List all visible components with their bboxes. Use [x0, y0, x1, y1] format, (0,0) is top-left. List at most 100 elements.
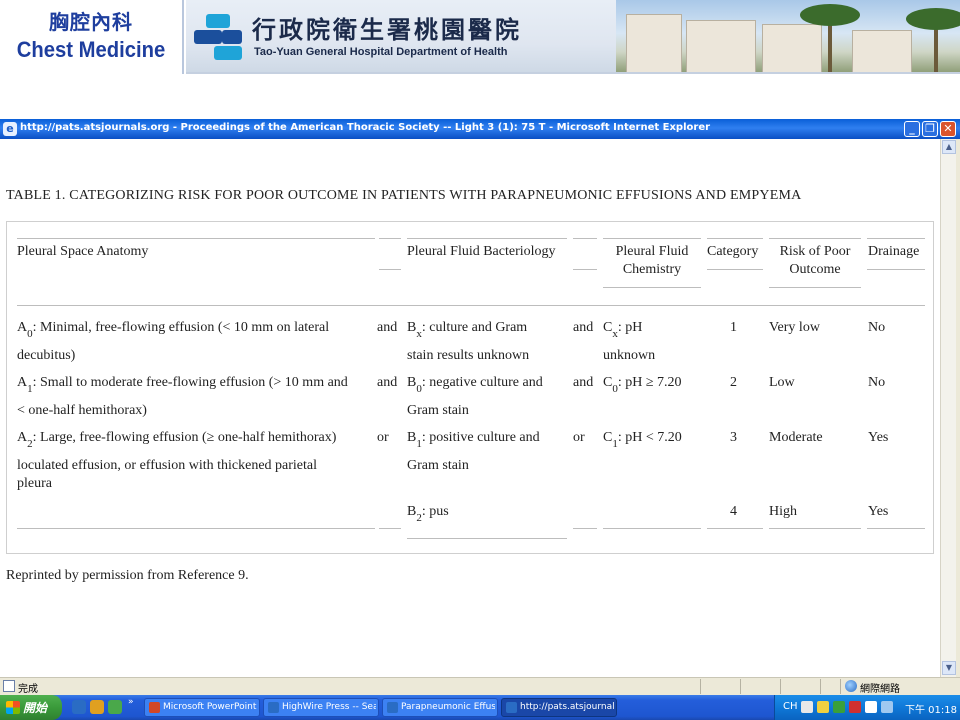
bacteriology-text-cont: Gram stain	[407, 458, 469, 473]
anatomy-text-cont: pleura	[17, 476, 52, 491]
table-row: A0: Minimal, free-flowing effusion (< 10…	[17, 319, 373, 340]
anatomy-text-cont: loculated effusion, or effusion with thi…	[17, 458, 318, 473]
language-indicator[interactable]: CH	[783, 701, 798, 712]
conjunction: or	[377, 430, 389, 445]
volume-icon[interactable]	[881, 701, 893, 713]
header-risk: Risk of Poor Outcome	[779, 244, 851, 277]
drainage-value: No	[868, 320, 886, 335]
anatomy-text-cont: < one-half hemithorax)	[17, 403, 147, 418]
desktop-quicklaunch-icon[interactable]	[108, 700, 122, 714]
ie-window-icon	[387, 702, 398, 713]
minimize-button[interactable]: _	[904, 121, 920, 137]
header-category: Category	[707, 244, 759, 259]
bacteriology-symbol: B	[407, 430, 417, 445]
bacteriology-text: : positive culture and	[421, 430, 540, 445]
category-value: 4	[730, 504, 737, 519]
start-button[interactable]: 開始	[0, 695, 62, 720]
department-name-zh: 胸腔內科	[49, 10, 133, 34]
powerpoint-icon	[149, 702, 160, 713]
conjunction: and	[377, 320, 398, 335]
system-clock[interactable]: 下午 01:18	[905, 701, 957, 716]
hospital-name-zh: 行政院衛生署桃園醫院	[252, 15, 522, 44]
anatomy-text: : Small to moderate free-flowing effusio…	[32, 375, 348, 390]
quicklaunch-more-icon[interactable]: »	[128, 697, 134, 707]
taskbar-item-highwire[interactable]: HighWire Press -- Sear...	[263, 698, 379, 717]
security-zone-label: 網際網路	[860, 684, 900, 695]
chemistry-symbol: C	[603, 430, 613, 445]
taskbar-item-label: Parapneumonic Effusi...	[401, 702, 495, 712]
browser-window: e http://pats.atsjournals.org - Proceedi…	[0, 119, 960, 695]
taskbar-item-parapneumonic[interactable]: Parapneumonic Effusi...	[382, 698, 498, 717]
windows-logo-icon	[6, 701, 20, 714]
conjunction: and	[573, 320, 594, 335]
conjunction: or	[573, 430, 585, 445]
chemistry-symbol: C	[603, 375, 613, 390]
internet-zone-icon	[845, 680, 857, 692]
keyboard-icon[interactable]	[801, 701, 813, 713]
table-title: TABLE 1. CATEGORIZING RISK FOR POOR OUTC…	[6, 188, 802, 203]
chemistry-text: : pH < 7.20	[617, 430, 682, 445]
table-row: B2: pus	[407, 503, 449, 524]
reprint-note: Reprinted by permission from Reference 9…	[6, 568, 249, 583]
ie-logo-icon: e	[3, 122, 17, 136]
media-quicklaunch-icon[interactable]	[90, 700, 104, 714]
taskbar-item-label: http://pats.atsjournals.o...	[520, 702, 614, 712]
scroll-up-icon[interactable]: ▲	[942, 140, 956, 154]
restore-button[interactable]: ❐	[922, 121, 938, 137]
ie-quicklaunch-icon[interactable]	[72, 700, 86, 714]
anatomy-text: : Minimal, free-flowing effusion (< 10 m…	[32, 320, 330, 335]
bacteriology-symbol: B	[407, 504, 417, 519]
header-chemistry: Pleural Fluid Chemistry	[615, 244, 689, 277]
hospital-building-photo	[616, 0, 960, 74]
table-row: A2: Large, free-flowing effusion (≥ one-…	[17, 429, 375, 450]
bacteriology-symbol: B	[407, 320, 417, 335]
help-icon[interactable]	[817, 701, 829, 713]
chemistry-text: : pH	[617, 320, 643, 335]
table-row: A1: Small to moderate free-flowing effus…	[17, 374, 375, 395]
risk-value: Low	[769, 375, 795, 390]
tray-app-icon[interactable]	[865, 701, 877, 713]
bacteriology-text: : culture and Gram	[421, 320, 528, 335]
hospital-name-en: Tao-Yuan General Hospital Department of …	[254, 46, 508, 58]
drainage-value: Yes	[868, 430, 889, 445]
category-value: 3	[730, 430, 737, 445]
category-value: 2	[730, 375, 737, 390]
bacteriology-text-cont: Gram stain	[407, 403, 469, 418]
header-anatomy: Pleural Space Anatomy	[17, 244, 149, 259]
category-value: 1	[730, 320, 737, 335]
department-logo: 胸腔內科 Chest Medicine	[0, 0, 184, 74]
bacteriology-text-cont: stain results unknown	[407, 348, 530, 363]
conjunction: and	[573, 375, 594, 390]
ie-window-icon	[506, 702, 517, 713]
antivirus-icon[interactable]	[849, 701, 861, 713]
scroll-down-icon[interactable]: ▼	[942, 661, 956, 675]
chemistry-symbol: C	[603, 320, 613, 335]
anatomy-text-cont: decubitus)	[17, 348, 76, 363]
risk-value: Very low	[769, 320, 820, 335]
drainage-value: No	[868, 375, 886, 390]
status-text: 完成	[18, 684, 38, 695]
taskbar-item-pats[interactable]: http://pats.atsjournals.o...	[501, 698, 617, 717]
risk-value: Moderate	[769, 430, 823, 445]
hospital-header: 行政院衛生署桃園醫院 Tao-Yuan General Hospital Dep…	[186, 0, 960, 74]
window-titlebar[interactable]: e http://pats.atsjournals.org - Proceedi…	[0, 119, 960, 139]
page-content: TABLE 1. CATEGORIZING RISK FOR POOR OUTC…	[0, 139, 940, 677]
bacteriology-text: : negative culture and	[421, 375, 543, 390]
system-tray: CH 下午 01:18	[774, 695, 960, 720]
chemistry-text: : pH ≥ 7.20	[617, 375, 682, 390]
taskbar-item-powerpoint[interactable]: Microsoft PowerPoint ...	[144, 698, 260, 717]
department-name-en: Chest Medicine	[16, 37, 166, 62]
banner-divider	[186, 72, 960, 74]
ie-window-icon	[268, 702, 279, 713]
anatomy-text: : Large, free-flowing effusion (≥ one-ha…	[32, 430, 337, 445]
hospital-banner: 胸腔內科 Chest Medicine 行政院衛生署桃園醫院 Tao-Yuan …	[0, 0, 960, 74]
anatomy-symbol: A	[17, 430, 28, 445]
vertical-scrollbar[interactable]: ▲ ▼	[940, 139, 956, 677]
network-icon[interactable]	[833, 701, 845, 713]
bacteriology-symbol: B	[407, 375, 417, 390]
header-drainage: Drainage	[868, 244, 920, 259]
anatomy-symbol: A	[17, 320, 28, 335]
close-button[interactable]: ✕	[940, 121, 956, 137]
hospital-logo-icon	[194, 14, 242, 60]
taskbar-item-label: HighWire Press -- Sear...	[282, 702, 376, 712]
